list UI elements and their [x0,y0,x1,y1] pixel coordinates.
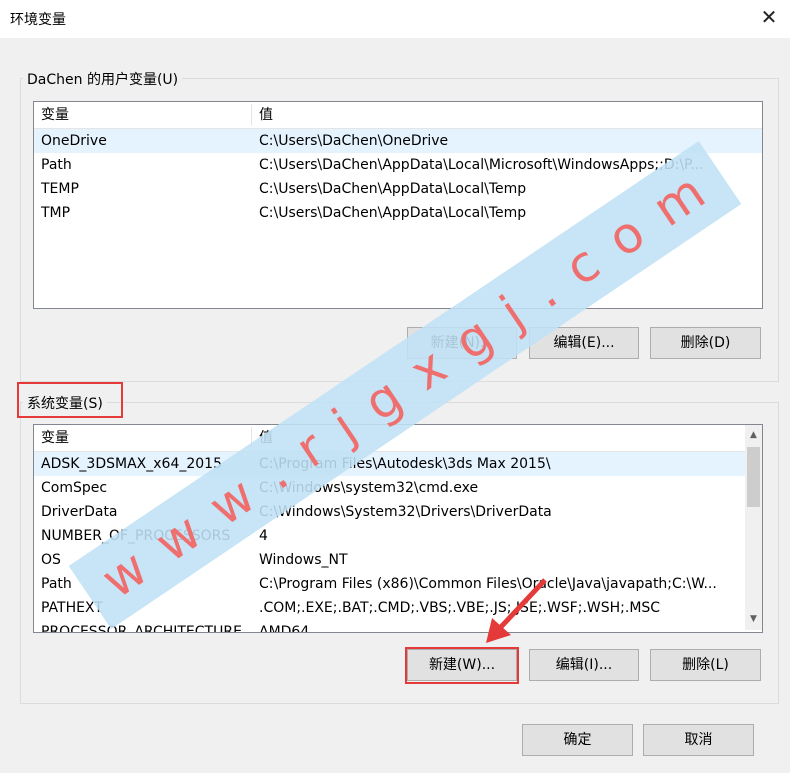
list-header: 变量 值 [34,425,762,452]
close-icon[interactable]: ✕ [758,6,780,28]
variable-value: C:\Users\DaChen\OneDrive [259,133,449,149]
variable-value: C:\Users\DaChen\AppData\Local\Temp [259,181,527,197]
list-item[interactable]: OneDrive C:\Users\DaChen\OneDrive [34,129,762,153]
variable-name: OneDrive [41,133,107,149]
system-delete-button[interactable]: 删除(L) [650,649,761,681]
system-variables-label-highlight [17,382,123,418]
variable-value: C:\Program Files\Autodesk\3ds Max 2015\ [259,456,551,472]
user-new-button[interactable]: 新建(N)... [407,327,517,359]
list-header: 变量 值 [34,102,762,129]
list-item[interactable]: Path C:\Users\DaChen\AppData\Local\Micro… [34,153,762,177]
list-item[interactable]: NUMBER_OF_PROCESSORS 4 [34,524,762,548]
list-item[interactable]: ADSK_3DSMAX_x64_2015 C:\Program Files\Au… [34,452,762,476]
variable-value: AMD64 [259,624,310,633]
list-item[interactable]: OS Windows_NT [34,548,762,572]
variable-value: C:\Program Files (x86)\Common Files\Orac… [259,576,717,592]
column-header-variable[interactable]: 变量 [34,102,251,128]
list-item[interactable]: DriverData C:\Windows\System32\Drivers\D… [34,500,762,524]
user-variables-label: DaChen 的用户变量(U) [23,69,183,89]
variable-name: ADSK_3DSMAX_x64_2015 [41,456,222,472]
variable-value: Windows_NT [259,552,348,568]
variable-name: PROCESSOR_ARCHITECTURE [41,624,242,633]
variable-value: C:\Windows\System32\Drivers\DriverData [259,504,552,520]
variable-name: DriverData [41,504,118,520]
column-header-variable[interactable]: 变量 [34,425,251,451]
ok-button[interactable]: 确定 [522,724,633,756]
variable-value: C:\Users\DaChen\AppData\Local\Microsoft\… [259,157,704,173]
scroll-down-icon[interactable]: ▼ [745,611,762,628]
vertical-scrollbar[interactable]: ▲ ▼ [745,425,762,630]
scroll-up-icon[interactable]: ▲ [745,427,762,444]
window-title: 环境变量 [10,12,66,28]
list-item[interactable]: PATHEXT .COM;.EXE;.BAT;.CMD;.VBS;.VBE;.J… [34,596,762,620]
variable-value: 4 [259,528,268,544]
list-item[interactable]: ComSpec C:\Windows\system32\cmd.exe [34,476,762,500]
variable-name: TMP [41,205,71,221]
title-bar: 环境变量 ✕ [0,0,790,38]
variable-name: NUMBER_OF_PROCESSORS [41,528,231,544]
variable-value: C:\Windows\system32\cmd.exe [259,480,479,496]
variable-value: C:\Users\DaChen\AppData\Local\Temp [259,205,527,221]
scrollbar-thumb[interactable] [747,447,760,507]
column-header-value[interactable]: 值 [252,425,744,451]
system-new-button-highlight [405,647,519,684]
user-edit-button[interactable]: 编辑(E)... [529,327,639,359]
list-item[interactable]: Path C:\Program Files (x86)\Common Files… [34,572,762,596]
list-item[interactable]: TMP C:\Users\DaChen\AppData\Local\Temp [34,201,762,225]
cancel-button[interactable]: 取消 [643,724,754,756]
variable-name: PATHEXT [41,600,103,616]
variable-name: OS [41,552,61,568]
variable-name: ComSpec [41,480,108,496]
variable-value: .COM;.EXE;.BAT;.CMD;.VBS;.VBE;.JS;.JSE;.… [259,600,661,616]
user-delete-button[interactable]: 删除(D) [650,327,761,359]
variable-name: Path [41,576,72,592]
system-variables-list[interactable]: 变量 值 ADSK_3DSMAX_x64_2015 C:\Program Fil… [33,424,763,633]
system-edit-button[interactable]: 编辑(I)... [529,649,639,681]
list-item[interactable]: PROCESSOR_ARCHITECTURE AMD64 [34,620,762,633]
column-header-value[interactable]: 值 [252,102,762,128]
variable-name: Path [41,157,72,173]
user-variables-list[interactable]: 变量 值 OneDrive C:\Users\DaChen\OneDrive P… [33,101,763,309]
list-item[interactable]: TEMP C:\Users\DaChen\AppData\Local\Temp [34,177,762,201]
variable-name: TEMP [41,181,79,197]
